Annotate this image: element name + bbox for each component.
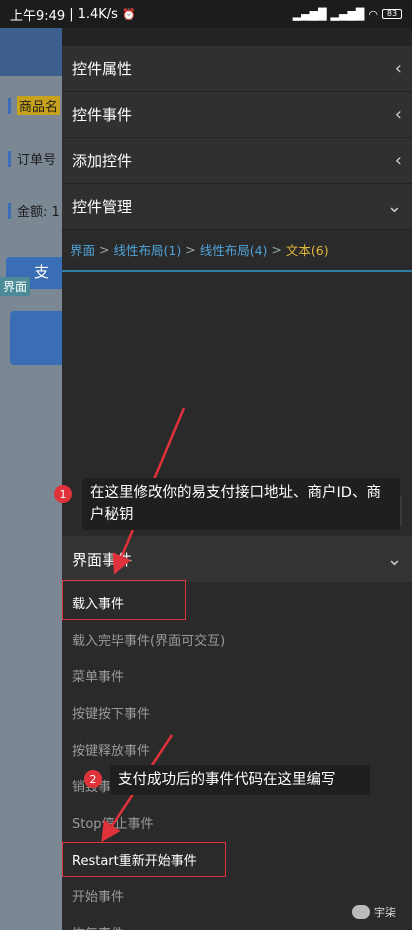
status-speed: 1.4K/s [77,6,118,22]
annotation-note-1: 在这里修改你的易支付接口地址、商户ID、商户秘钥 [82,478,400,530]
breadcrumb-item[interactable]: 线性布局(1) [114,240,182,259]
annotation-note-2-text: 支付成功后的事件代码在这里编写 [118,772,336,788]
alarm-icon: ⏰ [121,7,136,21]
status-time: 上午9:49 [10,8,66,24]
breadcrumb-item[interactable]: 线性布局(4) [200,240,268,259]
section-label: 界面事件 [72,550,133,569]
amount-label: 金额: 1 [17,205,60,220]
row-accent [8,97,11,114]
event-item-key-up[interactable]: 按键释放事件 [62,731,412,768]
background-app-header [0,28,62,76]
wifi-icon: ◠ [368,7,378,21]
event-item-menu[interactable]: 菜单事件 [62,657,412,694]
breadcrumb-current: 文本(6) [285,242,329,258]
row-accent [8,202,11,219]
order-number-label: 订单号 [17,153,57,168]
section-label: 添加控件 [72,152,133,170]
annotation-badge-1: 1 [54,485,72,503]
chevron-left-icon: ‹ [394,58,402,79]
breadcrumb: 界面 > 线性布局(1) > 线性布局(4) > 文本(6) [62,228,412,272]
watermark: 宇柒 [352,904,396,920]
highlight-restart-event [62,842,226,877]
event-list: 载入事件 载入完毕事件(界面可交互) 菜单事件 按键按下事件 按键释放事件 销毁… [62,584,412,930]
signal-icon-2: ▂▄▆█ [330,7,365,21]
product-name-label: 商品名 [17,96,61,115]
event-item-load-complete[interactable]: 载入完毕事件(界面可交互) [62,621,412,658]
section-control-management[interactable]: 控件管理 ⌄ [62,184,412,230]
amount-row: 金额: 1 [8,201,60,220]
chevron-down-icon: ⌄ [386,196,402,217]
chevron-left-icon: ‹ [394,150,402,171]
section-add-control[interactable]: 添加控件 ‹ [62,138,412,184]
status-divider: | [69,6,74,22]
chevron-left-icon: ‹ [394,104,402,125]
panel-top-strip [62,28,412,46]
control-tree-area [62,274,412,494]
breadcrumb-separator: > [271,241,282,257]
background-app: 商品名 订单号 金额: 1 支 界面 [0,28,62,930]
row-accent [8,150,11,167]
annotation-note-2: 支付成功后的事件代码在这里编写 [110,765,370,795]
status-bar: 上午9:49 | 1.4K/s ⏰ ▂▄▆█ ▂▄▆█ ◠ 83 [0,0,412,28]
secondary-button[interactable] [10,311,62,365]
watermark-text: 宇柒 [374,906,396,919]
section-interface-events[interactable]: 界面事件 ⌄ [62,536,412,582]
wechat-logo-icon [352,905,370,919]
highlight-load-event [62,580,186,620]
section-label: 控件管理 [72,198,133,216]
chevron-down-icon: ⌄ [386,548,402,570]
order-number-row: 订单号 [8,149,56,168]
event-item-key-down[interactable]: 按键按下事件 [62,694,412,731]
section-label: 控件属性 [72,60,133,78]
breadcrumb-item[interactable]: 界面 [70,240,95,259]
annotation-note-1-text: 在这里修改你的易支付接口地址、商户ID、商户秘钥 [90,485,381,523]
selected-tag: 界面 [0,277,31,296]
pay-button-label: 支 [34,263,50,281]
battery-level: 83 [386,9,398,18]
section-control-properties[interactable]: 控件属性 ‹ [62,46,412,92]
section-control-events[interactable]: 控件事件 ‹ [62,92,412,138]
annotation-badge-2: 2 [84,770,102,788]
product-name-row: 商品名 [8,96,61,115]
signal-icon: ▂▄▆█ [292,7,327,21]
breadcrumb-separator: > [185,241,196,257]
section-label: 控件事件 [72,106,133,124]
breadcrumb-separator: > [99,241,110,257]
event-item-stop[interactable]: Stop停止事件 [62,804,412,841]
battery-icon: 83 [382,9,402,19]
